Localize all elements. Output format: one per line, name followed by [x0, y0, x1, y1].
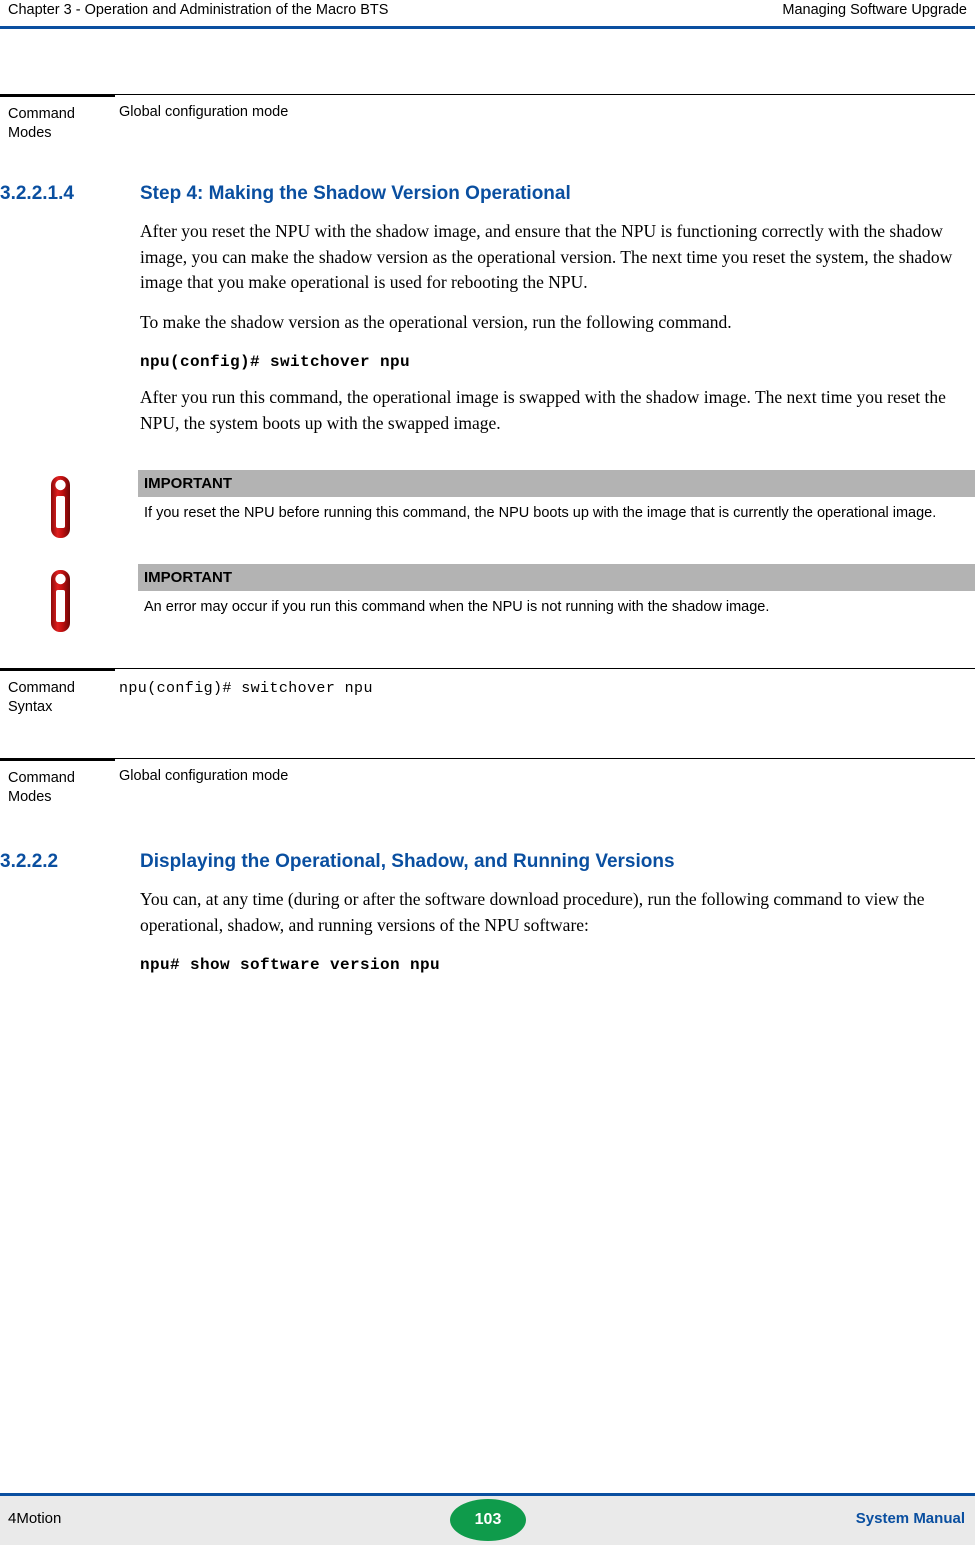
section-number-3-2-2-2: 3.2.2.2 [0, 851, 59, 872]
footer-product-name: 4Motion [8, 1510, 62, 1527]
command-modes-label-line1-top: Command [8, 106, 75, 122]
information-icon [38, 564, 84, 636]
command-modes-table-top: Command Modes Global configuration mode [0, 94, 975, 157]
command-modes-value-bottom: Global configuration mode [115, 758, 975, 821]
footer-page-number: 103 [450, 1499, 526, 1541]
paragraph-display-versions: You can, at any time (during or after th… [140, 889, 925, 935]
command-syntax-label-line2: Syntax [8, 699, 53, 715]
command-modes-label-bottom: Command Modes [0, 758, 115, 821]
command-modes-label-line2-top: Modes [8, 125, 52, 141]
command-modes-label-line2-bottom: Modes [8, 789, 52, 805]
command-modes-label-line1-bottom: Command [8, 770, 75, 786]
section-number-3-2-2-1-4: 3.2.2.1.4 [0, 183, 74, 204]
important-note-1: IMPORTANT If you reset the NPU before ru… [0, 470, 975, 542]
code-show-software-version: npu# show software version npu [140, 956, 441, 974]
important-note-1-text: If you reset the NPU before running this… [144, 505, 937, 521]
command-modes-label-top: Command Modes [0, 94, 115, 157]
command-syntax-table: Command Syntax npu(config)# switchover n… [0, 668, 975, 738]
code-switchover-npu: npu(config)# switchover npu [140, 353, 411, 371]
command-syntax-label: Command Syntax [0, 668, 115, 738]
important-note-2: IMPORTANT An error may occur if you run … [0, 564, 975, 636]
important-note-1-body: IMPORTANT If you reset the NPU before ru… [138, 470, 975, 527]
paragraph-step4-instruction: To make the shadow version as the operat… [140, 311, 732, 332]
important-note-2-text: An error may occur if you run this comma… [144, 599, 770, 615]
paragraph-step4-intro: After you reset the NPU with the shadow … [140, 221, 953, 292]
header-divider [0, 26, 975, 29]
paragraph-step4-result: After you run this command, the operatio… [140, 387, 946, 433]
command-modes-value-top: Global configuration mode [115, 94, 975, 157]
page-footer: 4Motion 103 System Manual [0, 1493, 975, 1545]
command-syntax-value: npu(config)# switchover npu [115, 668, 975, 738]
section-heading-3-2-2-2: 3.2.2.2 Displaying the Operational, Shad… [0, 851, 975, 873]
header-section-title: Managing Software Upgrade [782, 2, 967, 18]
section-heading-3-2-2-1-4: 3.2.2.1.4 Step 4: Making the Shadow Vers… [0, 183, 975, 205]
page-header: Chapter 3 - Operation and Administration… [0, 0, 975, 28]
important-note-1-title: IMPORTANT [138, 470, 975, 497]
important-note-2-title: IMPORTANT [138, 564, 975, 591]
footer-document-name: System Manual [855, 1510, 965, 1527]
information-icon [38, 470, 84, 542]
command-syntax-label-line1: Command [8, 680, 75, 696]
page-content: Command Modes Global configuration mode … [0, 30, 975, 974]
section-title-3-2-2-2: Displaying the Operational, Shadow, and … [140, 851, 675, 872]
command-modes-table-bottom: Command Modes Global configuration mode [0, 758, 975, 821]
important-note-2-body: IMPORTANT An error may occur if you run … [138, 564, 975, 621]
section-title-3-2-2-1-4: Step 4: Making the Shadow Version Operat… [140, 183, 571, 204]
header-chapter-title: Chapter 3 - Operation and Administration… [8, 2, 389, 18]
